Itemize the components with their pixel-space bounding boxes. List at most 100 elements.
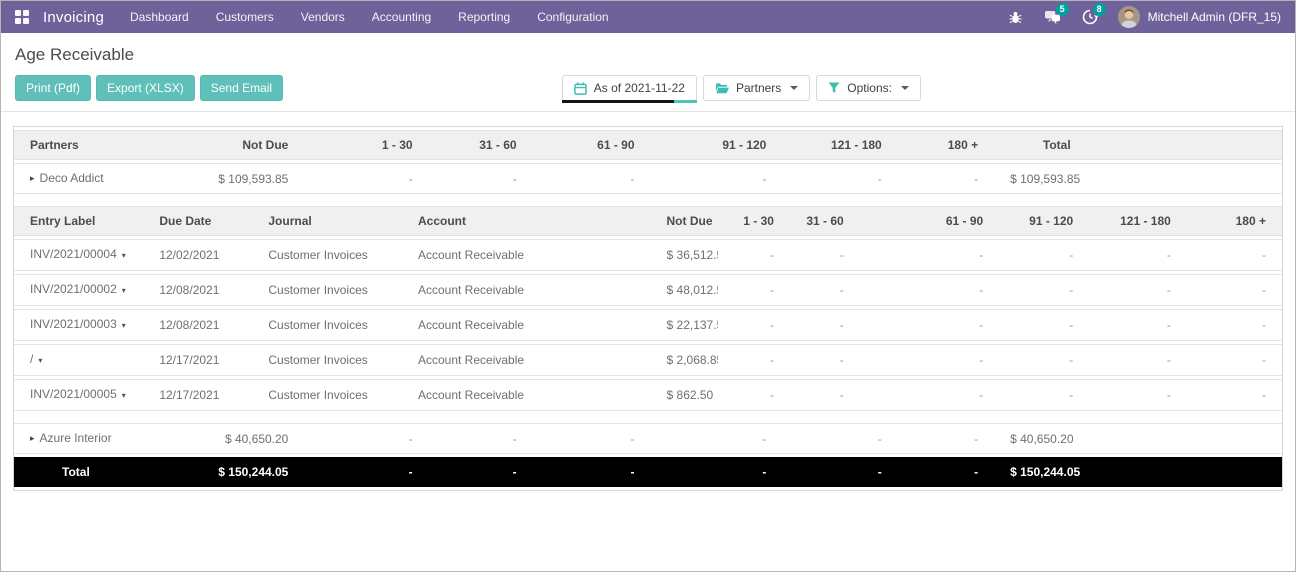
entry-label[interactable]: INV/2021/00004: [30, 247, 117, 261]
empty-bucket-cell: -: [999, 309, 1089, 341]
account-cell: Account Receivable: [402, 274, 651, 306]
entries-detail-table: Entry LabelDue DateJournalAccountNot Due…: [14, 203, 1282, 414]
print-pdf-button[interactable]: Print (Pdf): [15, 75, 91, 101]
journal-cell: Customer Invoices: [252, 274, 402, 306]
partner-name-cell[interactable]: ▸Azure Interior: [14, 423, 143, 454]
column-header: 180 +: [898, 130, 994, 160]
dropdown-caret-icon[interactable]: ▾: [38, 356, 42, 365]
column-header: 1 - 30: [718, 206, 790, 236]
debug-bug-icon[interactable]: [1007, 8, 1025, 26]
entry-label-cell[interactable]: INV/2021/00005 ▾: [14, 379, 143, 411]
filler-cell: [1087, 423, 1282, 454]
browser-window: Invoicing Dashboard Customers Vendors Accou…: [0, 0, 1296, 572]
entry-label-cell[interactable]: INV/2021/00002 ▾: [14, 274, 143, 306]
page-title: Age Receivable: [15, 45, 1281, 65]
activities-icon[interactable]: 8: [1081, 8, 1099, 26]
entry-label[interactable]: INV/2021/00003: [30, 317, 117, 331]
dropdown-caret-icon[interactable]: ▾: [122, 251, 126, 260]
journal-cell: Customer Invoices: [252, 344, 402, 376]
column-header: Not Due: [651, 206, 718, 236]
empty-bucket-cell: -: [1089, 344, 1187, 376]
total-amount-cell: $ 150,244.05: [143, 457, 304, 487]
filler-cell: [1087, 163, 1282, 194]
entry-label[interactable]: INV/2021/00002: [30, 282, 117, 296]
calendar-icon: [574, 82, 587, 95]
empty-bucket-cell: -: [1187, 379, 1282, 411]
column-header: 31 - 60: [790, 206, 860, 236]
due-date-cell: 12/08/2021: [143, 274, 252, 306]
entry-label[interactable]: INV/2021/00005: [30, 387, 117, 401]
due-date-cell: 12/17/2021: [143, 344, 252, 376]
partners-filter[interactable]: Partners: [703, 75, 810, 101]
column-header: 61 - 90: [533, 130, 651, 160]
empty-bucket-cell: -: [1089, 274, 1187, 306]
empty-bucket-cell: -: [429, 457, 533, 487]
entry-label-cell[interactable]: INV/2021/00004 ▾: [14, 239, 143, 271]
entry-label[interactable]: /: [30, 352, 33, 366]
amount-cell: $ 48,012.50: [651, 274, 718, 306]
nav-menu-accounting[interactable]: Accounting: [372, 10, 431, 24]
empty-bucket-cell: -: [790, 239, 860, 271]
column-header: Account: [402, 206, 651, 236]
partners-summary-table-bottom: ▸Azure Interior$ 40,650.20------$ 40,650…: [14, 420, 1282, 490]
user-menu[interactable]: Mitchell Admin (DFR_15): [1118, 6, 1281, 28]
empty-bucket-cell: -: [304, 163, 428, 194]
column-header: Due Date: [143, 206, 252, 236]
empty-bucket-cell: -: [790, 344, 860, 376]
chevron-down-icon: [901, 86, 909, 90]
dropdown-caret-icon[interactable]: ▾: [122, 286, 126, 295]
partners-summary-table: PartnersNot Due1 - 3031 - 6061 - 9091 - …: [14, 127, 1282, 197]
entry-label-cell[interactable]: /▾: [14, 344, 143, 376]
empty-bucket-cell: -: [1089, 379, 1187, 411]
options-filter[interactable]: Options:: [816, 75, 921, 101]
activities-badge: 8: [1093, 3, 1106, 16]
user-name: Mitchell Admin (DFR_15): [1148, 10, 1281, 24]
nav-menu-configuration[interactable]: Configuration: [537, 10, 608, 24]
entry-row: /▾12/17/2021Customer InvoicesAccount Rec…: [14, 344, 1282, 376]
date-filter[interactable]: As of 2021-11-22: [562, 75, 697, 101]
entry-label-cell[interactable]: INV/2021/00003 ▾: [14, 309, 143, 341]
amount-cell: $ 2,068.85: [651, 344, 718, 376]
empty-bucket-cell: -: [718, 239, 790, 271]
dropdown-caret-icon[interactable]: ▾: [122, 391, 126, 400]
empty-bucket-cell: -: [718, 274, 790, 306]
amount-cell: $ 109,593.85: [994, 163, 1087, 194]
empty-bucket-cell: -: [718, 379, 790, 411]
dropdown-caret-icon[interactable]: ▾: [122, 321, 126, 330]
options-filter-label: Options:: [847, 81, 892, 95]
empty-bucket-cell: -: [860, 344, 999, 376]
nav-menu-reporting[interactable]: Reporting: [458, 10, 510, 24]
app-name[interactable]: Invoicing: [43, 9, 104, 26]
date-filter-label: As of 2021-11-22: [594, 81, 685, 95]
empty-bucket-cell: -: [790, 379, 860, 411]
filler-cell: [1087, 457, 1282, 487]
send-email-button[interactable]: Send Email: [200, 75, 283, 101]
action-buttons: Print (Pdf) Export (XLSX) Send Email: [15, 75, 283, 101]
grand-total-row: Total$ 150,244.05------$ 150,244.05: [14, 457, 1282, 487]
nav-menu-vendors[interactable]: Vendors: [301, 10, 345, 24]
due-date-cell: 12/02/2021: [143, 239, 252, 271]
filter-funnel-icon: [828, 82, 840, 94]
total-amount-cell: $ 150,244.05: [994, 457, 1087, 487]
entry-row: INV/2021/00004▾12/02/2021Customer Invoic…: [14, 239, 1282, 271]
nav-menu-customers[interactable]: Customers: [216, 10, 274, 24]
export-xlsx-button[interactable]: Export (XLSX): [96, 75, 195, 101]
empty-bucket-cell: -: [782, 423, 897, 454]
empty-bucket-cell: -: [304, 423, 428, 454]
column-header: Entry Label: [14, 206, 143, 236]
empty-bucket-cell: -: [999, 344, 1089, 376]
partner-row: ▸Azure Interior$ 40,650.20------$ 40,650…: [14, 423, 1282, 454]
empty-bucket-cell: -: [790, 274, 860, 306]
column-header: Total: [994, 130, 1087, 160]
chevron-down-icon: [790, 86, 798, 90]
apps-grid-icon[interactable]: [15, 10, 29, 24]
control-panel: Age Receivable Print (Pdf) Export (XLSX)…: [1, 33, 1295, 112]
messages-icon[interactable]: 5: [1044, 8, 1062, 26]
column-header: Not Due: [143, 130, 304, 160]
empty-bucket-cell: -: [999, 379, 1089, 411]
expand-caret-icon: ▸: [30, 433, 35, 443]
nav-menu-dashboard[interactable]: Dashboard: [130, 10, 189, 24]
partner-name-cell[interactable]: ▸Deco Addict: [14, 163, 143, 194]
total-label-cell: Total: [14, 457, 143, 487]
top-navbar: Invoicing Dashboard Customers Vendors Accou…: [1, 1, 1295, 33]
